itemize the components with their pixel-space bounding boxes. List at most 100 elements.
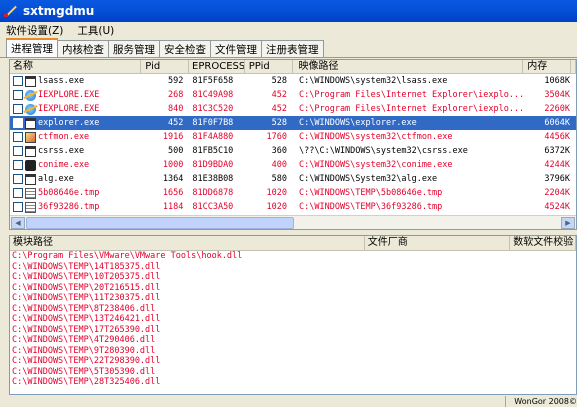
module-table-header: 模块路径 文件厂商 数软文件校验 [10,236,576,251]
tab-registry-management[interactable]: 注册表管理 [261,40,324,57]
column-header-image-path[interactable]: 映像路径 [293,60,524,73]
process-checkbox[interactable] [13,104,23,114]
process-pid: 1656 [162,188,184,198]
module-row[interactable]: C:\WINDOWS\TEMP\8T238406.dll [10,304,576,315]
process-ppid: 1020 [266,188,287,198]
tab-security-check[interactable]: 安全检查 [159,40,211,57]
status-text: WonGor 2008© [505,396,577,407]
title-bar[interactable]: sxtmgdmu [0,0,577,22]
process-checkbox[interactable] [13,90,23,100]
status-bar: WonGor 2008© [0,396,577,407]
column-header-ppid[interactable]: PPid [245,60,293,73]
module-row[interactable]: C:\WINDOWS\TEMP\4T290406.dll [10,335,576,346]
column-header-file-vendor[interactable]: 文件厂商 [365,236,511,250]
module-row[interactable]: C:\WINDOWS\TEMP\17T265390.dll [10,325,576,336]
process-eprocess: 81FB5C10 [192,146,234,156]
ctfmon-icon [25,131,36,143]
module-row[interactable]: C:\WINDOWS\TEMP\5T305390.dll [10,367,576,378]
module-row[interactable]: C:\WINDOWS\TEMP\13T246421.dll [10,314,576,325]
process-eprocess: 81F0F7B8 [192,118,234,128]
tab-file-management[interactable]: 文件管理 [210,40,262,57]
process-name: ctfmon.exe [38,132,90,142]
tab-service-management[interactable]: 服务管理 [108,40,160,57]
module-row[interactable]: C:\WINDOWS\TEMP\20T216515.dll [10,283,576,294]
process-ppid: 360 [271,146,287,156]
process-row[interactable]: IEXPLORE.EXE 840 81C3C520 452 C:\Program Fil… [10,102,576,116]
process-name-cell: IEXPLORE.EXE [10,102,142,116]
process-row[interactable]: alg.exe 1364 81E38B08 580 C:\WINDOWS\System3… [10,172,576,186]
module-row[interactable]: C:\WINDOWS\TEMP\14T185375.dll [10,262,576,273]
tab-process-management[interactable]: 进程管理 [6,38,58,57]
process-pid: 592 [168,76,184,86]
module-row[interactable]: C:\WINDOWS\TEMP\9T280390.dll [10,346,576,357]
scroll-thumb[interactable] [26,217,294,229]
process-name-cell: 5b08646e.tmp [10,186,142,200]
process-image-path: C:\WINDOWS\explorer.exe [299,118,417,128]
process-name: conime.exe [38,160,90,170]
process-ppid: 452 [271,90,287,100]
process-checkbox[interactable] [13,146,23,156]
process-memory: 2260K [544,104,570,114]
process-list[interactable]: 名称 Pid EPROCESS PPid 映像路径 内存 公 lsass.exe… [9,59,577,230]
process-memory: 4456K [544,132,570,142]
module-row[interactable]: C:\WINDOWS\TEMP\22T298390.dll [10,356,576,367]
process-pid: 1184 [162,202,184,212]
column-header-name[interactable]: 名称 [10,60,142,73]
menu-settings[interactable]: 软件设置(Z) [6,23,63,38]
column-header-module-path[interactable]: 模块路径 [10,236,365,250]
process-memory: 6064K [544,118,570,128]
column-header-eprocess[interactable]: EPROCESS [189,60,245,73]
module-row[interactable]: C:\WINDOWS\TEMP\11T230375.dll [10,293,576,304]
process-name-cell: lsass.exe [10,74,142,88]
process-ppid: 1020 [266,202,287,212]
process-row[interactable]: IEXPLORE.EXE 268 81C49A98 452 C:\Program Fil… [10,88,576,102]
process-image-path: C:\Program Files\Internet Explorer\iexpl… [299,104,525,114]
process-ppid: 528 [271,76,287,86]
window-title: sxtmgdmu [23,4,95,18]
process-name-cell: csrss.exe [10,144,142,158]
process-row[interactable]: explorer.exe 452 81F0F7B8 528 C:\WINDOWS\exp… [10,116,576,130]
horizontal-scrollbar[interactable]: ◀ ▶ [10,215,576,229]
process-checkbox[interactable] [13,132,23,142]
process-image-path: C:\WINDOWS\system32\lsass.exe [299,76,448,86]
process-image-path: C:\WINDOWS\system32\ctfmon.exe [299,132,453,142]
process-eprocess: 81E38B08 [192,174,234,184]
process-name: explorer.exe [38,118,100,128]
process-checkbox[interactable] [13,118,23,128]
process-row[interactable]: conime.exe 1000 81D9BDA0 400 C:\WINDOWS\syst… [10,158,576,172]
process-checkbox[interactable] [13,188,23,198]
scroll-right-arrow-icon[interactable]: ▶ [561,217,575,229]
process-company: M [572,74,576,88]
column-header-pid[interactable]: Pid [141,60,190,73]
process-company: M [572,144,576,158]
process-memory: 4244K [544,160,570,170]
process-checkbox[interactable] [13,160,23,170]
module-row[interactable]: C:\WINDOWS\TEMP\28T325406.dll [10,377,576,388]
process-row[interactable]: 5b08646e.tmp 1656 81DD6878 1020 C:\WINDOWS\T… [10,186,576,200]
process-name-cell: IEXPLORE.EXE [10,88,142,102]
process-eprocess: 81C49A98 [192,90,234,100]
process-row[interactable]: lsass.exe 592 81F5F658 528 C:\WINDOWS\system… [10,74,576,88]
process-checkbox[interactable] [13,76,23,86]
process-checkbox[interactable] [13,174,23,184]
process-memory: 2204K [544,188,570,198]
menu-tools[interactable]: 工具(U) [77,23,114,38]
process-pid: 268 [168,90,184,100]
process-row[interactable]: 36f93286.tmp 1184 81CC3A50 1020 C:\WINDOWS\T… [10,200,576,214]
tab-kernel-check[interactable]: 内核检查 [57,40,109,57]
module-list[interactable]: 模块路径 文件厂商 数软文件校验 C:\Program Files\VMware… [9,235,577,395]
window-icon [25,173,36,185]
process-row[interactable]: csrss.exe 500 81FB5C10 360 \??\C:\WINDOWS\sy… [10,144,576,158]
column-header-file-verification[interactable]: 数软文件校验 [510,236,576,250]
module-row[interactable]: C:\WINDOWS\TEMP\10T205375.dll [10,272,576,283]
process-pid: 840 [168,104,184,114]
process-ppid: 1760 [266,132,287,142]
process-row[interactable]: ctfmon.exe 1916 81F4A880 1760 C:\WINDOWS\sys… [10,130,576,144]
menu-bar: 软件设置(Z) 工具(U) [0,22,577,39]
column-header-company[interactable]: 公 [571,60,576,73]
scroll-left-arrow-icon[interactable]: ◀ [11,217,25,229]
column-header-memory[interactable]: 内存 [523,60,571,73]
process-memory: 6372K [544,146,570,156]
process-checkbox[interactable] [13,202,23,212]
module-row[interactable]: C:\Program Files\VMware\VMware Tools\hoo… [10,251,576,262]
